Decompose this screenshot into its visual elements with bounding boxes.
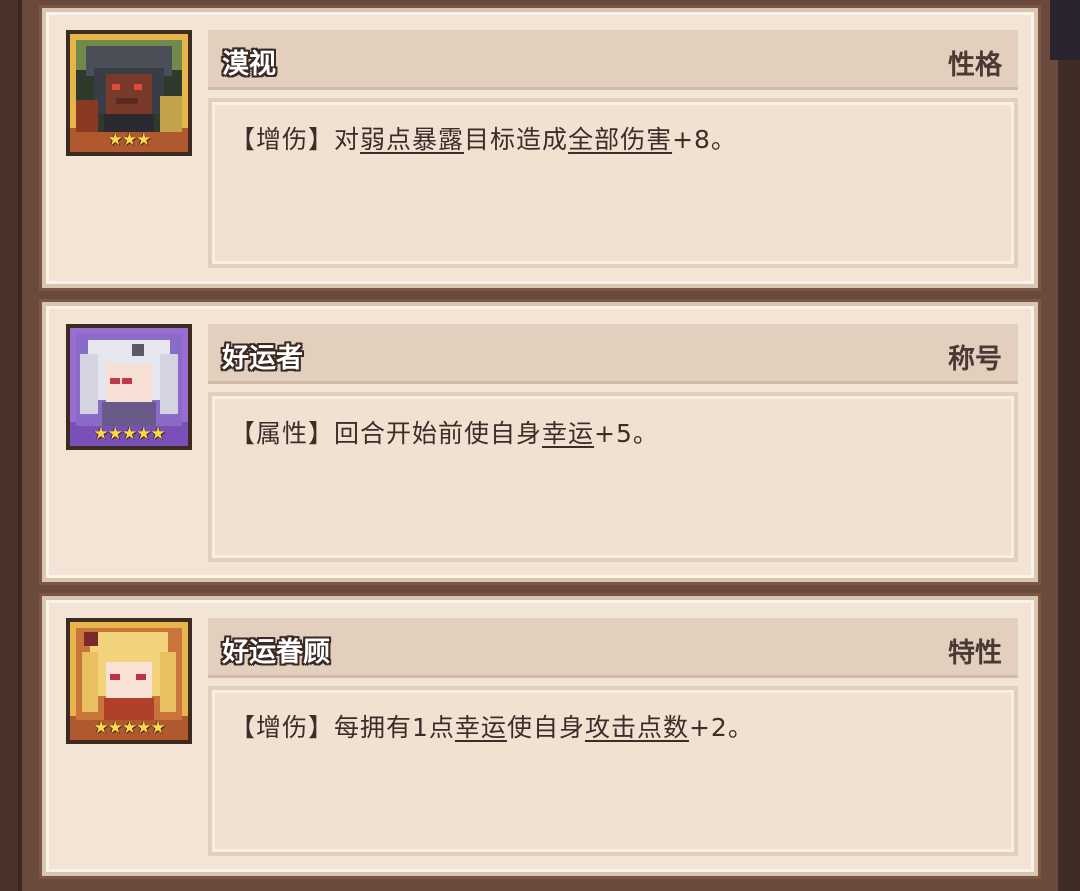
description-text: 对: [334, 125, 361, 154]
keyword-link[interactable]: 全部伤害: [568, 125, 672, 154]
skill-description-box: 【增伤】每拥有1点幸运使自身攻击点数+2。: [208, 686, 1018, 856]
description-text: +2。: [688, 713, 754, 742]
portrait-art: [76, 628, 182, 720]
portrait-art: [76, 40, 182, 132]
skill-header: 漠视 性格: [208, 30, 1018, 90]
description-text: 使自身: [506, 713, 585, 742]
rarity-stars: ★★★★★: [93, 424, 165, 444]
character-portrait[interactable]: ★★★★★: [66, 324, 192, 450]
character-portrait[interactable]: ★★★: [66, 30, 192, 156]
portrait-art: [76, 334, 182, 426]
skill-category: 特性: [948, 638, 1002, 669]
panel-left-border: [0, 0, 22, 891]
skill-card[interactable]: ★★★ 漠视 性格 【增伤】对弱点暴露目标造成全部伤害+8。: [42, 8, 1038, 288]
description-text: +8。: [672, 125, 737, 154]
description-text: +5。: [594, 419, 659, 448]
skill-header: 好运眷顾 特性: [208, 618, 1018, 678]
skill-category: 性格: [948, 50, 1002, 81]
skill-name: 漠视: [222, 49, 276, 80]
effect-tag: 【属性】: [230, 419, 335, 448]
skill-description: 【增伤】对弱点暴露目标造成全部伤害+8。: [230, 120, 737, 156]
keyword-link[interactable]: 弱点暴露: [360, 125, 464, 154]
skill-header: 好运者 称号: [208, 324, 1018, 384]
effect-tag: 【增伤】: [230, 125, 335, 154]
panel-corner: [1050, 0, 1080, 60]
skill-name: 好运者: [222, 343, 303, 374]
keyword-link[interactable]: 幸运: [455, 713, 507, 742]
skill-description-box: 【属性】回合开始前使自身幸运+5。: [208, 392, 1018, 562]
skill-category: 称号: [948, 344, 1002, 375]
description-text: 每拥有1点: [334, 713, 455, 742]
effect-tag: 【增伤】: [230, 713, 335, 742]
description-text: 回合开始前使自身: [334, 419, 543, 448]
skill-description: 【属性】回合开始前使自身幸运+5。: [230, 414, 659, 450]
panel-scrollbar-track[interactable]: [1058, 0, 1080, 891]
rarity-stars: ★★★: [107, 130, 152, 150]
character-portrait[interactable]: ★★★★★: [66, 618, 192, 744]
skill-description-box: 【增伤】对弱点暴露目标造成全部伤害+8。: [208, 98, 1018, 268]
skill-description: 【增伤】每拥有1点幸运使自身攻击点数+2。: [230, 708, 754, 744]
skill-card[interactable]: ★★★★★ 好运眷顾 特性 【增伤】每拥有1点幸运使自身攻击点数+2。: [42, 596, 1038, 876]
skill-card[interactable]: ★★★★★ 好运者 称号 【属性】回合开始前使自身幸运+5。: [42, 302, 1038, 582]
keyword-link[interactable]: 幸运: [542, 419, 594, 448]
description-text: 目标造成: [464, 125, 569, 154]
rarity-stars: ★★★★★: [93, 718, 165, 738]
skill-name: 好运眷顾: [222, 637, 330, 668]
keyword-link[interactable]: 攻击点数: [585, 713, 689, 742]
